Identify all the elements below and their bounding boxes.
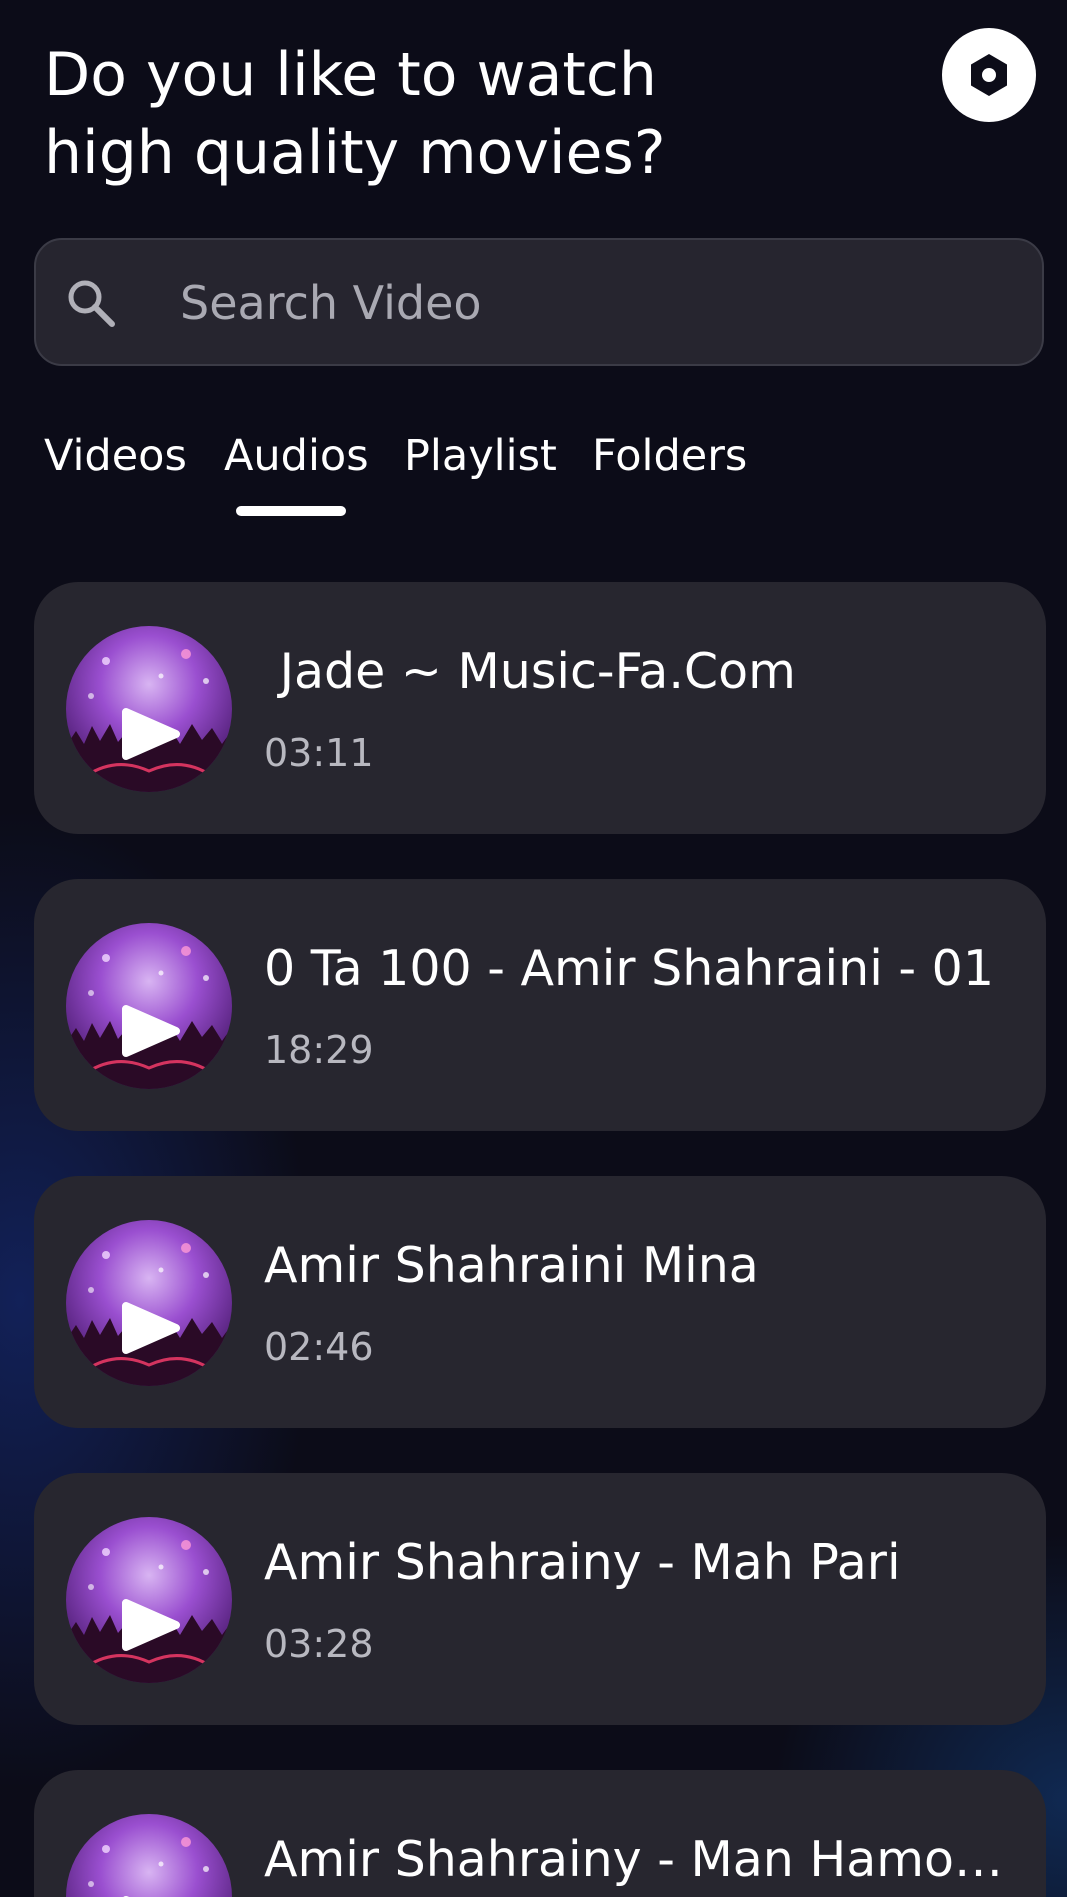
- settings-button[interactable]: [942, 28, 1036, 122]
- audio-thumbnail: [66, 1814, 232, 1897]
- page-title: Do you like to watch high quality movies…: [44, 36, 666, 192]
- audio-title: 0 Ta 100 - Amir Shahraini - 01: [264, 940, 994, 997]
- search-bar[interactable]: [34, 238, 1044, 366]
- list-item[interactable]: Jade ~ Music-Fa.Com 03:11: [34, 582, 1046, 834]
- audio-thumbnail: [66, 626, 232, 792]
- audio-thumbnail: [66, 1517, 232, 1683]
- audio-title: Amir Shahrainy - Mah Pari: [264, 1534, 901, 1591]
- tab-audios[interactable]: Audios: [224, 426, 369, 486]
- tab-playlist[interactable]: Playlist: [404, 426, 557, 486]
- audio-duration: 02:46: [264, 1325, 374, 1369]
- audio-title: Amir Shahrainy - Man Hamoon …: [264, 1831, 1004, 1888]
- page-title-line-2: high quality movies?: [44, 118, 666, 188]
- search-input[interactable]: [144, 264, 1004, 342]
- audio-title: Jade ~ Music-Fa.Com: [264, 643, 796, 700]
- audio-thumbnail: [66, 923, 232, 1089]
- hexagon-settings-icon: [971, 54, 1007, 96]
- audio-duration: 18:29: [264, 1028, 374, 1072]
- audio-duration: 03:28: [264, 1622, 374, 1666]
- search-icon: [68, 280, 115, 327]
- play-icon: [66, 1517, 232, 1683]
- play-icon: [66, 1814, 232, 1897]
- list-item[interactable]: 0 Ta 100 - Amir Shahraini - 01 18:29: [34, 879, 1046, 1131]
- list-item[interactable]: Amir Shahrainy - Man Hamoon …: [34, 1770, 1046, 1897]
- page-title-line-1: Do you like to watch: [44, 40, 657, 110]
- tab-folders[interactable]: Folders: [592, 426, 747, 486]
- play-icon: [66, 1220, 232, 1386]
- tab-active-indicator: [236, 506, 346, 516]
- list-item[interactable]: Amir Shahrainy - Mah Pari 03:28: [34, 1473, 1046, 1725]
- play-icon: [66, 626, 232, 792]
- play-icon: [66, 923, 232, 1089]
- audio-thumbnail: [66, 1220, 232, 1386]
- audio-title: Amir Shahraini Mina: [264, 1237, 759, 1294]
- list-item[interactable]: Amir Shahraini Mina 02:46: [34, 1176, 1046, 1428]
- audio-duration: 03:11: [264, 731, 374, 775]
- tab-videos[interactable]: Videos: [44, 426, 187, 486]
